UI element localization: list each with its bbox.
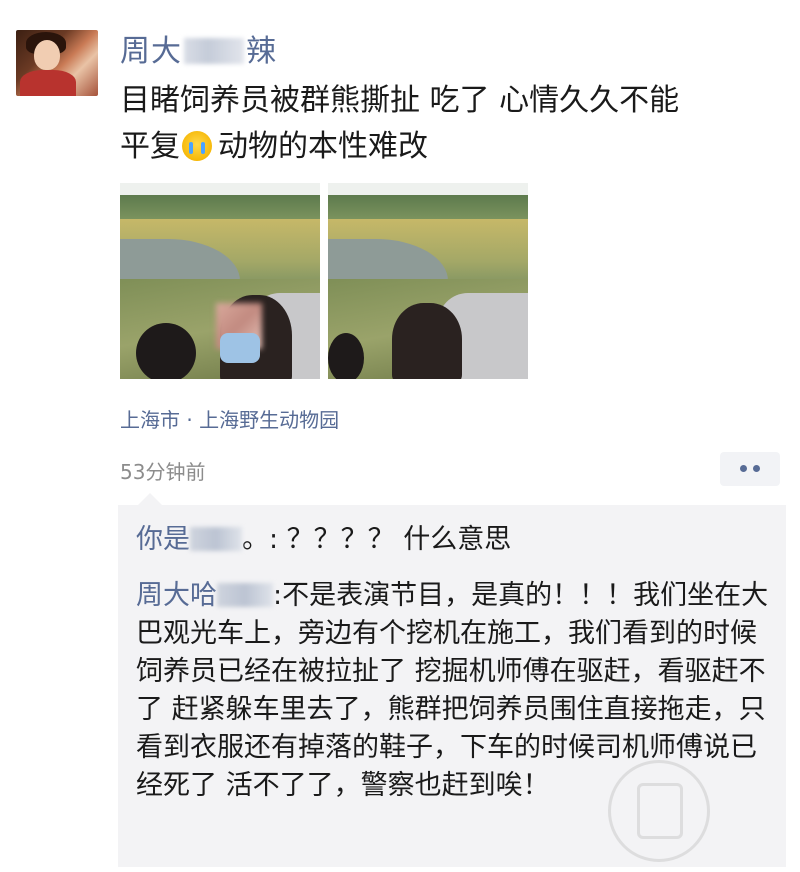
post-location[interactable]: 上海市 · 上海野生动物园 [120,404,339,433]
more-dot-icon [740,465,747,472]
comment-item: 你是 。: ？？？？ 什么意思 [136,521,776,559]
post-username[interactable]: 周大 辣 [120,26,277,70]
photo-person [392,303,462,379]
photo-trees [328,195,528,221]
username-start: 周大 [120,34,182,69]
post-text-line2: 平复 动物的本性难改 [120,124,780,170]
avatar-shirt [20,70,76,96]
post-text-line2-b: 动物的本性难改 [218,129,428,164]
post-text-line1: 目睹饲养员被群熊撕扯 吃了 心情久久不能 [120,83,680,118]
username-end: 辣 [246,34,277,69]
photo-child-head [328,333,364,379]
watermark-icon [608,760,710,862]
comment-author-blur [217,583,273,607]
more-actions-button[interactable] [720,452,780,486]
comment-author-blur [190,527,242,551]
avatar[interactable] [16,30,98,96]
comments-panel: 你是。: ？？？？ 什么意思 周大哈:不是表演节目，是真的！！！我们坐在大巴观光… [118,493,786,867]
crying-face-icon [182,131,212,161]
comment-author-start: 周大哈 [136,580,217,611]
comment-author-start: 你是 [136,524,190,555]
comment-author[interactable]: 周大哈 [136,580,273,611]
photo-child-head [136,323,196,379]
avatar-face [34,40,60,70]
post-photo-1[interactable] [120,183,320,379]
post-time: 53分钟前 [120,460,206,484]
post-text-line2-a: 平复 [120,129,180,164]
post-text: 目睹饲养员被群熊撕扯 吃了 心情久久不能 平复 动物的本性难改 [120,78,780,170]
photo-trees [120,195,320,221]
more-dot-icon [753,465,760,472]
comment-text: 。: ？？？？ 什么意思 [242,524,512,555]
username-blur [184,38,244,64]
post-photo-2[interactable] [328,183,528,379]
photo-face-mask [220,333,260,363]
comment-author[interactable]: 你是 [136,524,242,555]
